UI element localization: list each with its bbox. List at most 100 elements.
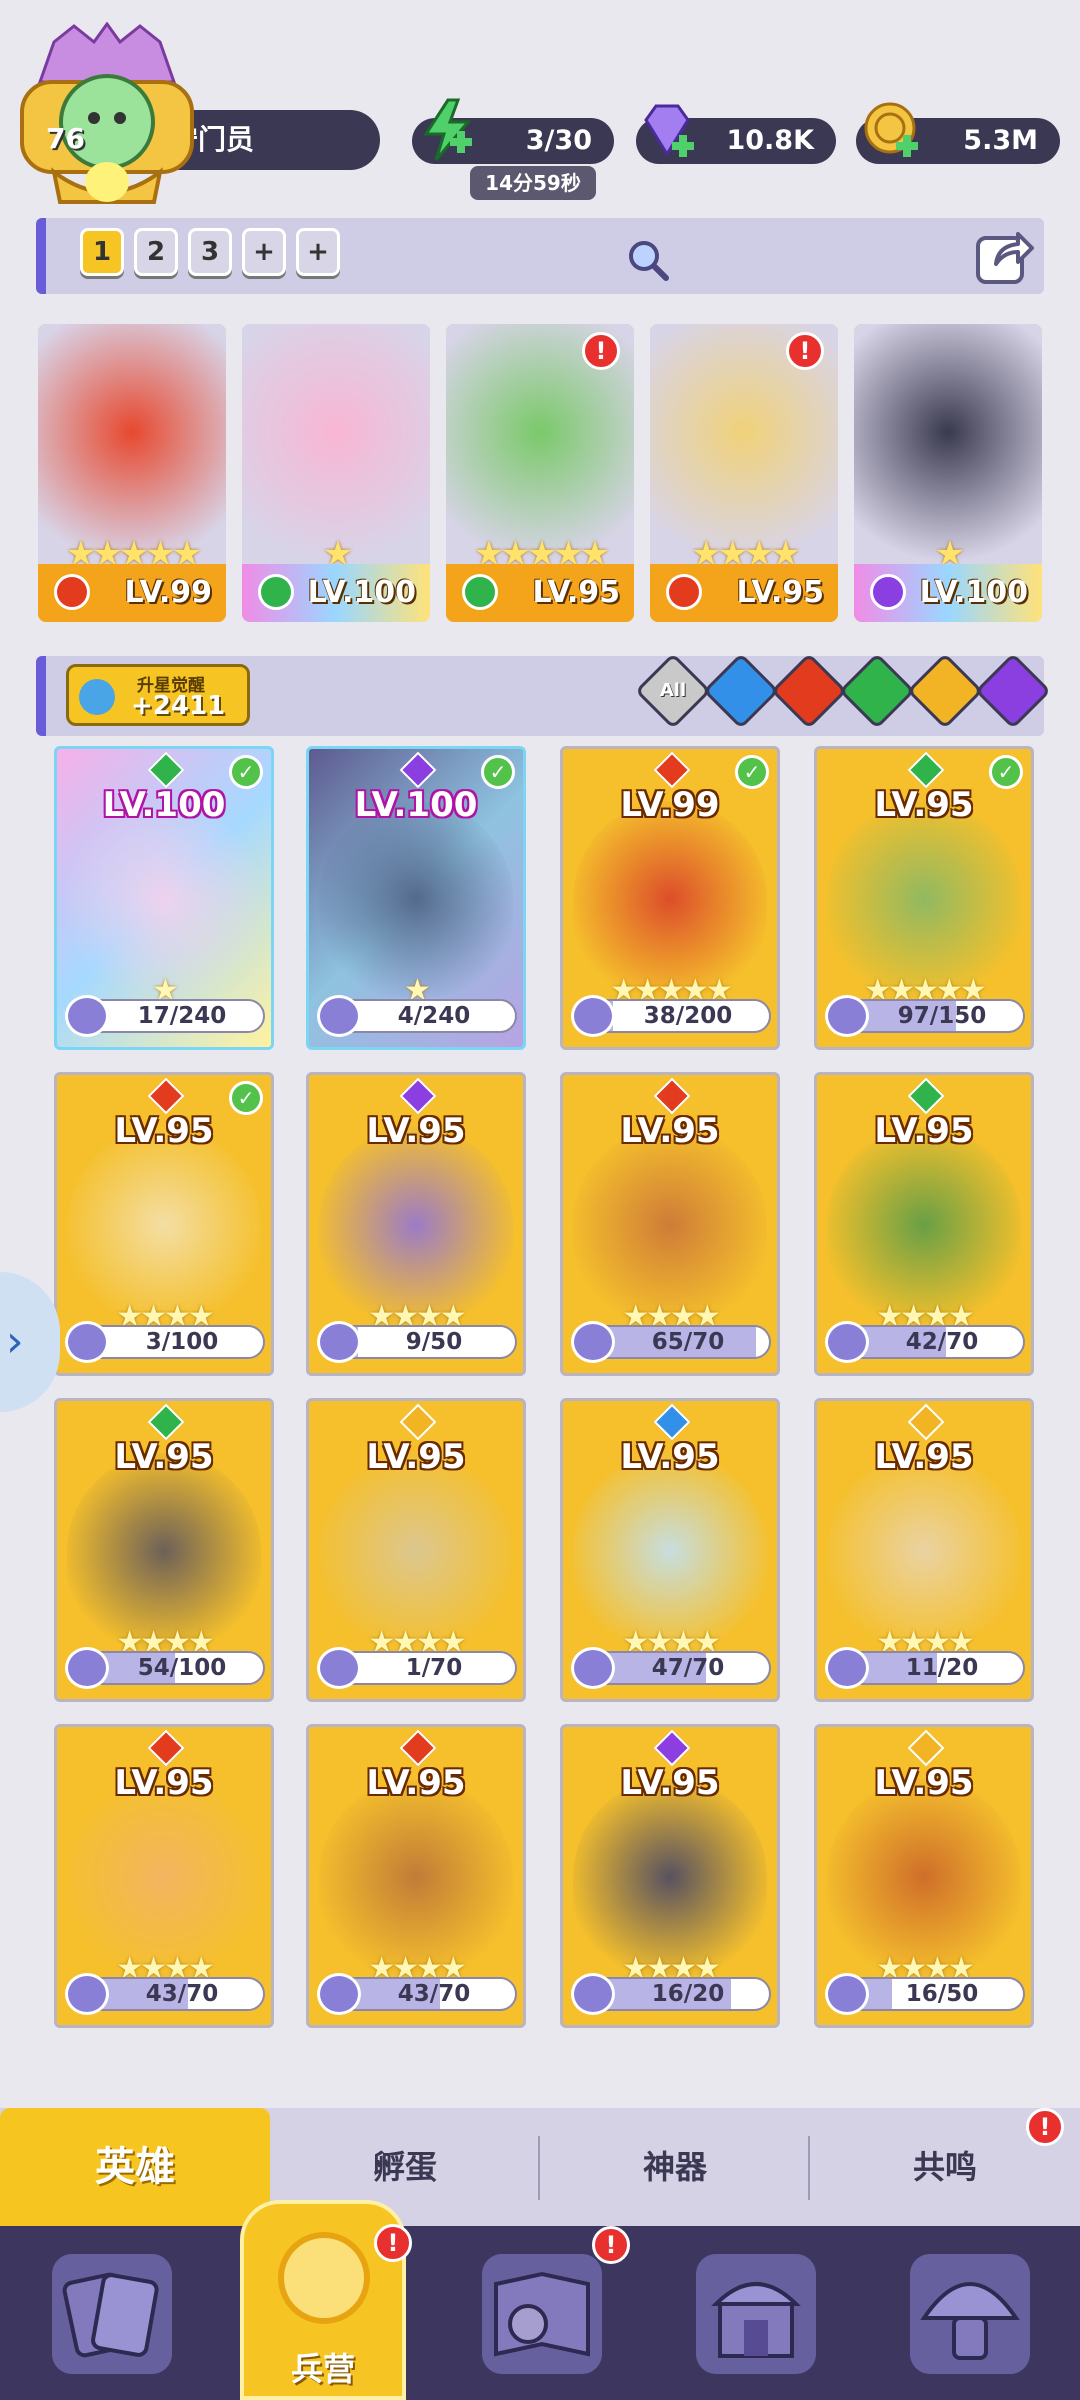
hero-portrait [242,324,430,564]
check-icon: ✓ [229,1081,263,1115]
share-icon[interactable] [972,224,1036,288]
hero-portrait [319,1453,513,1649]
hero-portrait [827,1779,1021,1975]
player-avatar[interactable]: 76 [14,21,200,210]
hero-card[interactable]: LV.95 ★★★★ 47/70 [560,1398,780,1702]
nav-map-icon[interactable] [482,2254,602,2374]
tab-artifact[interactable]: 神器 [540,2108,810,2226]
gem-icon [644,104,694,157]
dark-element-icon [870,574,906,610]
team-tab-3[interactable]: 3 [188,228,232,276]
shard-icon [571,1973,615,2015]
team-hero-level: LV.95 [532,575,620,610]
hero-level: LV.95 [874,1111,974,1151]
hero-card[interactable]: LV.95 ★★★★ 65/70 [560,1072,780,1376]
hero-card[interactable]: LV.99 ★★★★★ 38/200 ✓ [560,746,780,1050]
hero-card[interactable]: LV.100 ★ 4/240 ✓ [306,746,526,1050]
hero-level: LV.95 [620,1763,720,1803]
hero-card[interactable]: LV.95 ★★★★ 54/100 [54,1398,274,1702]
awaken-value: +2411 [131,691,226,721]
team-hero-level: LV.100 [919,575,1028,610]
hero-portrait [827,1453,1021,1649]
check-icon: ✓ [481,755,515,789]
fire-element-icon [666,574,702,610]
light-element-icon [399,1403,437,1441]
hero-portrait [319,1127,513,1323]
shard-icon [317,1647,361,1689]
shard-icon [317,1321,361,1363]
team-hero-card[interactable]: ★ LV.100 [242,324,430,622]
shard-icon [65,1647,109,1689]
key-icon [79,679,115,715]
wind-element-icon [462,574,498,610]
fire-element-icon [54,574,90,610]
hero-card[interactable]: LV.95 ★★★★ 9/50 [306,1072,526,1376]
team-tab-1[interactable]: 1 [80,228,124,276]
hero-card[interactable]: LV.95 ★★★★ 1/70 [306,1398,526,1702]
team-hero-card[interactable]: ★ LV.100 [854,324,1042,622]
awaken-button[interactable]: 升星觉醒 +2411 [66,664,250,726]
shard-icon [65,1321,109,1363]
hero-card[interactable]: LV.95 ★★★★ 43/70 [54,1724,274,2028]
hero-level: LV.95 [114,1111,214,1151]
fire-element-icon [653,751,691,789]
hero-card[interactable]: LV.95 ★★★★ 16/50 [814,1724,1034,2028]
dark-element-icon [399,751,437,789]
side-expand-tab[interactable]: › [0,1272,60,1412]
nav-cards-icon[interactable] [52,2254,172,2374]
hero-level: LV.95 [114,1763,214,1803]
hero-card[interactable]: LV.95 ★★★★★ 97/150 ✓ [814,746,1034,1050]
wind-element-icon [147,751,185,789]
hero-level: LV.100 [102,785,226,825]
tab-heroes[interactable]: 英雄 [0,2108,270,2226]
shard-icon [65,1973,109,2015]
map-alert-badge: ! [592,2226,630,2264]
shard-icon [571,1321,615,1363]
player-level: 76 [46,122,85,155]
hero-card[interactable]: LV.95 ★★★★ 16/20 [560,1724,780,2028]
hero-card[interactable]: LV.95 ★★★★ 3/100 ✓ [54,1072,274,1376]
light-element-icon [907,1403,945,1441]
search-icon[interactable] [624,236,672,284]
nav-mushroom-icon[interactable] [910,2254,1030,2374]
nav-barracks-label: 兵营 [290,2350,355,2388]
hero-portrait [67,1127,261,1323]
hero-card[interactable]: LV.95 ★★★★ 42/70 [814,1072,1034,1376]
lightning-icon [423,98,472,161]
fire-element-icon [653,1077,691,1115]
hero-alert-badge: ! [582,332,620,370]
team-hero-card[interactable]: ★★★★★ LV.99 [38,324,226,622]
shard-icon [825,1321,869,1363]
team-tab-2[interactable]: 2 [134,228,178,276]
team-hero-level: LV.99 [124,575,212,610]
hero-level: LV.95 [620,1111,720,1151]
team-add-button-2[interactable]: + [296,228,340,276]
shard-icon [317,995,361,1037]
team-hero-level: LV.95 [736,575,824,610]
hero-card[interactable]: LV.100 ★ 17/240 ✓ [54,746,274,1050]
shard-icon [825,1973,869,2015]
hero-portrait [67,1453,261,1649]
resonance-alert-badge: ! [1026,2108,1064,2146]
hero-card[interactable]: LV.95 ★★★★ 43/70 [306,1724,526,2028]
team-add-button-1[interactable]: + [242,228,286,276]
nav-building-icon[interactable] [696,2254,816,2374]
team-hero-level-bar: LV.99 [38,564,226,622]
shard-icon [317,1973,361,2015]
hero-level: LV.95 [366,1437,466,1477]
hero-portrait [67,1779,261,1975]
hero-portrait [38,324,226,564]
filter-all-label: All [659,680,687,701]
hero-portrait [827,801,1021,997]
wind-element-icon [907,751,945,789]
coin-icon [864,102,918,157]
hero-portrait [573,801,767,997]
hero-level: LV.95 [366,1763,466,1803]
hero-card[interactable]: LV.95 ★★★★ 11/20 [814,1398,1034,1702]
shard-icon [825,995,869,1037]
avatar-frame-icon [20,21,194,204]
hero-alert-badge: ! [786,332,824,370]
hero-level: LV.95 [620,1437,720,1477]
energy-value: 3/30 [525,125,592,156]
hero-portrait [573,1127,767,1323]
